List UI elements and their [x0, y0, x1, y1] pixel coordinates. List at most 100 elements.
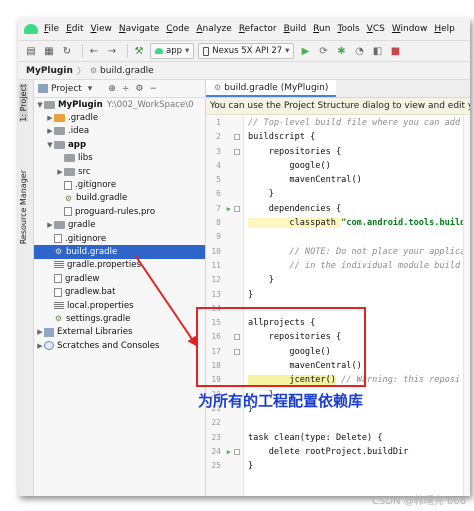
folder-icon	[64, 154, 75, 163]
code-editor[interactable]: 1 2 3 4 5 6 7▶ 8 9 10 11 12 13 14 15 16	[206, 116, 470, 496]
run-gutter-icon[interactable]: ▶	[227, 445, 231, 459]
collapsed-arrow-icon[interactable]: ▶	[56, 168, 64, 176]
tree-item-external-libraries[interactable]: ▶ External Libraries	[34, 326, 205, 339]
menu-vcs[interactable]: VCS	[367, 24, 385, 34]
back-icon[interactable]: ←	[87, 44, 101, 58]
gradle-file-icon: ⚙	[89, 66, 98, 75]
menu-run[interactable]: Run	[313, 24, 330, 34]
code-text[interactable]: // Top-level build file where you can ad…	[244, 116, 470, 496]
menu-build[interactable]: Build	[284, 24, 307, 34]
code-line: dependencies {	[248, 203, 342, 214]
tree-item-gradlew-bat[interactable]: gradlew.bat	[34, 285, 205, 298]
breadcrumb-project[interactable]: MyPlugin	[26, 66, 73, 76]
collapsed-arrow-icon[interactable]: ▶	[46, 114, 54, 122]
open-folder-icon[interactable]: ▤	[24, 44, 38, 58]
sync-icon[interactable]: ↻	[60, 44, 74, 58]
tree-item-src[interactable]: ▶ src	[34, 165, 205, 178]
gradle-file-icon: ⚙	[214, 83, 222, 92]
fold-icon[interactable]	[234, 148, 240, 155]
tree-item-app-gitignore[interactable]: .gitignore	[34, 178, 205, 191]
fold-icon[interactable]	[234, 448, 240, 455]
tree-item-proguard[interactable]: proguard-rules.pro	[34, 205, 205, 218]
tree-item-label: gradlew	[65, 273, 100, 284]
forward-icon[interactable]: →	[105, 44, 119, 58]
editor-area: ⚙ build.gradle (MyPlugin) You can use th…	[206, 80, 470, 496]
stop-icon[interactable]: ■	[388, 44, 402, 58]
folder-icon	[54, 114, 65, 123]
line-number: 23	[211, 432, 221, 442]
attach-debugger-icon[interactable]: ◧	[370, 44, 384, 58]
tree-item-scratches[interactable]: ▶ Scratches and Consoles	[34, 339, 205, 352]
menu-code[interactable]: Code	[166, 24, 189, 34]
menu-view[interactable]: View	[91, 24, 112, 34]
expanded-arrow-icon[interactable]: ▼	[46, 141, 54, 149]
tree-item-app[interactable]: ▼ app	[34, 138, 205, 151]
tree-item-label: build.gradle	[76, 193, 128, 204]
collapsed-arrow-icon[interactable]: ▶	[36, 328, 44, 336]
menu-edit[interactable]: Edit	[66, 24, 83, 34]
tree-item-label: build.gradle	[66, 246, 118, 257]
save-all-icon[interactable]: ▦	[42, 44, 56, 58]
code-line: }	[248, 289, 254, 300]
text-file-icon	[54, 274, 62, 284]
menu-analyze[interactable]: Analyze	[196, 24, 231, 34]
fold-icon[interactable]	[234, 334, 240, 341]
settings-gear-icon[interactable]: ⚙	[135, 84, 143, 94]
tree-item-gradle[interactable]: ▶ gradle	[34, 219, 205, 232]
tab-project[interactable]: 1: Project	[19, 84, 28, 122]
make-project-hammer-icon[interactable]: ⚒	[132, 44, 146, 58]
device-select[interactable]: Nexus 5X API 27 ▾	[198, 43, 295, 59]
collapsed-arrow-icon[interactable]: ▶	[46, 127, 54, 135]
run-configuration-select[interactable]: app ▾	[150, 43, 195, 59]
tree-item-root-build-gradle[interactable]: ⚙ build.gradle	[34, 245, 205, 259]
editor-scrollbar[interactable]	[463, 116, 470, 496]
line-number: 5	[216, 175, 221, 185]
chevron-down-icon: ▾	[185, 46, 190, 56]
menu-window[interactable]: Window	[392, 24, 428, 34]
fold-icon[interactable]	[234, 348, 240, 355]
menu-refactor[interactable]: Refactor	[239, 24, 277, 34]
collapsed-arrow-icon[interactable]: ▶	[36, 342, 44, 350]
menu-help[interactable]: Help	[434, 24, 455, 34]
run-gutter-icon[interactable]: ▶	[227, 202, 231, 216]
annotation-caption: 为所有的工程配置依赖库	[198, 392, 364, 410]
hide-minus-icon[interactable]: −	[150, 84, 158, 94]
debug-icon[interactable]: ✱	[334, 44, 348, 58]
project-view-select[interactable]: Project	[51, 84, 82, 94]
menu-tools[interactable]: Tools	[337, 24, 359, 34]
code-line: allprojects {	[248, 318, 316, 329]
run-icon[interactable]: ▶	[298, 44, 312, 58]
tree-item-label: .gitignore	[65, 233, 107, 244]
tree-item-root-gitignore[interactable]: .gitignore	[34, 232, 205, 245]
expanded-arrow-icon[interactable]: ▼	[36, 101, 44, 109]
code-line: jcenter() // Warning: this reposi	[248, 373, 470, 387]
tree-item-gradlew[interactable]: gradlew	[34, 272, 205, 285]
profile-icon[interactable]: ◔	[352, 44, 366, 58]
tree-item-dot-gradle[interactable]: ▶ .gradle	[34, 111, 205, 124]
tree-item-gradle-properties[interactable]: gradle.properties	[34, 259, 205, 272]
tree-item-settings-gradle[interactable]: ⚙ settings.gradle	[34, 312, 205, 325]
breadcrumb-file[interactable]: build.gradle	[100, 66, 154, 76]
tree-item-label: Scratches and Consoles	[57, 340, 160, 351]
tree-item-myplugin[interactable]: ▼ MyPlugin Y:\002_WorkSpace\0	[34, 98, 205, 111]
locate-target-icon[interactable]: ⊕	[108, 84, 116, 94]
tree-item-libs[interactable]: libs	[34, 152, 205, 165]
menu-navigate[interactable]: Navigate	[119, 24, 159, 34]
collapsed-arrow-icon[interactable]: ▶	[46, 221, 54, 229]
fold-icon[interactable]	[234, 205, 240, 212]
apply-changes-icon[interactable]: ⟳	[316, 44, 330, 58]
tree-item-app-build-gradle[interactable]: ⚙ build.gradle	[34, 192, 205, 205]
fold-icon[interactable]	[234, 134, 240, 141]
toolbar-divider	[82, 44, 83, 58]
tab-build-gradle[interactable]: ⚙ build.gradle (MyPlugin)	[206, 80, 337, 97]
tree-item-local-properties[interactable]: local.properties	[34, 299, 205, 312]
ide-window: File Edit View Navigate Code Analyze Ref…	[18, 18, 470, 496]
tree-item-idea[interactable]: ▶ .idea	[34, 125, 205, 138]
folder-icon	[54, 127, 65, 136]
toolbar-divider	[127, 44, 128, 58]
collapse-all-icon[interactable]: ÷	[122, 84, 130, 94]
menu-file[interactable]: File	[44, 24, 59, 34]
chevron-down-icon[interactable]: ▾	[88, 84, 93, 94]
tab-resource-manager[interactable]: Resource Manager	[19, 170, 28, 244]
